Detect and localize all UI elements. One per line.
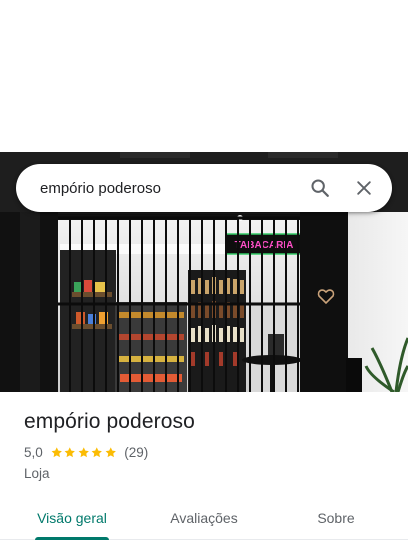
blank-area bbox=[0, 0, 408, 152]
tab-reviews[interactable]: Avaliações bbox=[154, 496, 254, 540]
star-icon bbox=[51, 447, 62, 458]
tab-about[interactable]: Sobre bbox=[286, 496, 386, 540]
search-icon bbox=[311, 179, 329, 197]
rating-value: 5,0 bbox=[24, 445, 43, 460]
search-bar[interactable]: empório poderoso bbox=[16, 164, 392, 212]
place-title: empório poderoso bbox=[24, 410, 195, 433]
star-icon bbox=[91, 447, 103, 458]
star-icon bbox=[78, 447, 89, 458]
clear-search-button[interactable] bbox=[342, 164, 386, 212]
tab-overview[interactable]: Visão geral bbox=[22, 496, 122, 540]
active-tab-indicator bbox=[35, 537, 109, 540]
rating-row[interactable]: 5,0 (29) bbox=[24, 445, 148, 460]
review-count[interactable]: (29) bbox=[124, 445, 148, 460]
place-category: Loja bbox=[24, 466, 50, 481]
place-info-panel: empório poderoso 5,0 (29) Loja Visão ger… bbox=[0, 392, 408, 544]
search-input[interactable]: empório poderoso bbox=[16, 180, 298, 197]
star-rating bbox=[50, 446, 118, 459]
search-button[interactable] bbox=[298, 164, 342, 212]
neon-sign-text: TABACARIA bbox=[235, 240, 294, 251]
tab-bar: Visão geral Avaliações Sobre bbox=[0, 496, 408, 540]
star-icon bbox=[64, 447, 76, 458]
star-icon bbox=[105, 447, 116, 458]
close-icon bbox=[357, 181, 371, 195]
